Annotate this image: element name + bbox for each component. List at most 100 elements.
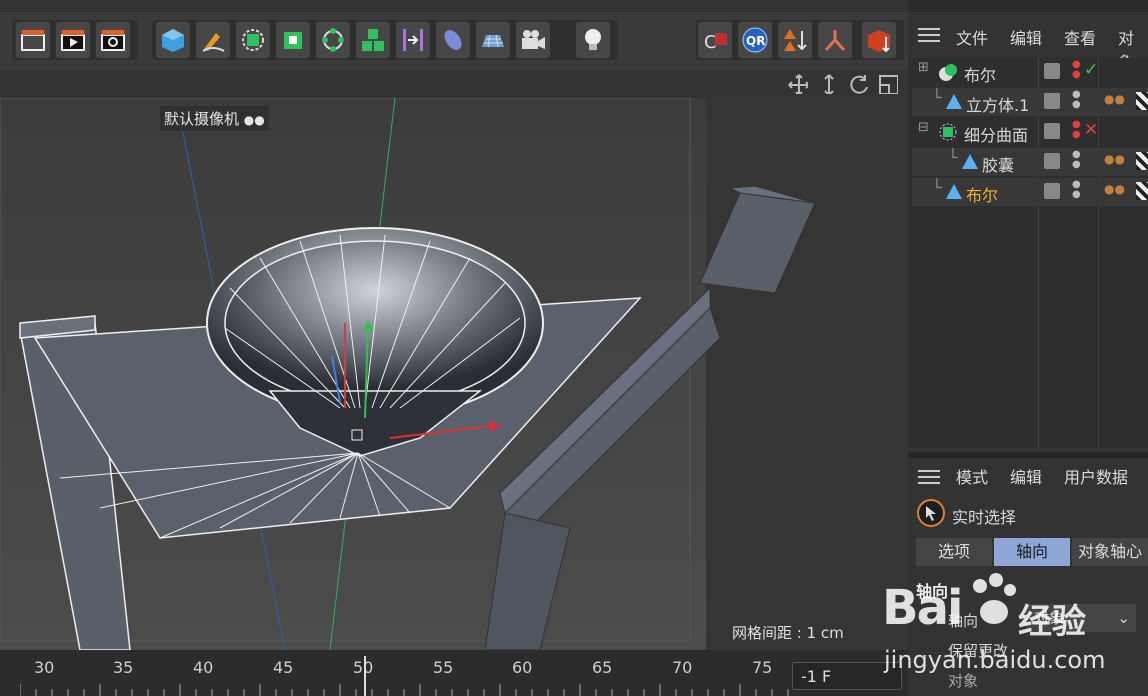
object-name: 胶囊 <box>982 156 1015 175</box>
qr-icon[interactable]: QR <box>738 22 772 58</box>
zoom-view-icon[interactable] <box>818 74 838 94</box>
triangle-arrows-icon[interactable] <box>778 22 812 58</box>
enabled-check-icon[interactable]: ✓ <box>1084 60 1098 80</box>
texture-tag-icon[interactable] <box>1136 152 1148 170</box>
scene-render <box>0 98 908 650</box>
disabled-cross-icon[interactable]: ✕ <box>1084 120 1098 140</box>
timeline-tick: 30 <box>34 658 55 677</box>
layer-icon[interactable] <box>1044 183 1060 199</box>
maximize-view-icon[interactable] <box>878 74 898 94</box>
menu-file[interactable]: 文件 <box>956 25 988 49</box>
move-view-icon[interactable] <box>788 74 808 94</box>
baidu-watermark: Bai 经验 jingyan.baidu.com <box>880 572 1148 696</box>
tree-line: └ <box>932 178 942 197</box>
expand-icon[interactable]: ⊞ <box>918 60 929 75</box>
camera-label[interactable]: 默认摄像机 ●● <box>160 106 269 131</box>
timeline-tick: 45 <box>273 658 294 677</box>
hamburger-icon[interactable] <box>918 28 940 42</box>
timeline-ticks <box>20 684 789 696</box>
render-settings-icon[interactable] <box>96 22 130 58</box>
timeline-tick: 65 <box>592 658 613 677</box>
watermark-url: jingyan.baidu.com <box>884 646 1106 674</box>
subdivide-icon[interactable] <box>236 22 270 58</box>
tools-group: C QR <box>696 20 904 60</box>
timeline-tick: 35 <box>113 658 134 677</box>
object-row-boolean[interactable]: ⊞ 布尔 ● ● ✓ <box>912 58 1148 86</box>
object-row-capsule[interactable]: └ 胶囊 ● ● ●● <box>912 148 1148 176</box>
cube-object-icon <box>946 94 962 109</box>
rotate-view-icon[interactable] <box>848 74 868 94</box>
camera-label-text: 默认摄像机 <box>164 110 240 128</box>
paw-logo-icon <box>973 573 1016 624</box>
panel-top-strip <box>908 0 1148 12</box>
menu-edit[interactable]: 编辑 <box>1010 25 1042 49</box>
viewport-header <box>0 70 908 98</box>
object-name: 布尔 <box>964 66 997 85</box>
material-tag-icon[interactable]: ●● <box>1104 152 1125 166</box>
camera-icon[interactable] <box>516 22 550 58</box>
object-name: 布尔 <box>966 186 999 205</box>
object-list <box>908 58 1148 448</box>
watermark-brand-cn: 经验 <box>1018 602 1086 642</box>
texture-tag-icon[interactable] <box>1136 182 1148 200</box>
layer-icon[interactable] <box>1044 123 1060 139</box>
timeline-tick: 40 <box>193 658 214 677</box>
menu-edit[interactable]: 编辑 <box>1010 464 1042 488</box>
object-name: 细分曲面 <box>964 126 1029 145</box>
film-clapper-icon[interactable] <box>16 22 50 58</box>
object-group <box>152 20 618 60</box>
array-cubes-icon[interactable] <box>356 22 390 58</box>
box-arrow-icon[interactable] <box>862 22 896 58</box>
material-tag-icon[interactable]: ●● <box>1104 182 1125 196</box>
layer-icon[interactable] <box>1044 63 1060 79</box>
watermark-brand: Bai <box>882 580 963 636</box>
object-row-boolean-selected[interactable]: └ 布尔 ● ● ●● <box>912 178 1148 206</box>
joint-icon[interactable] <box>818 22 852 58</box>
align-icon[interactable] <box>396 22 430 58</box>
object-name: 立方体.1 <box>966 96 1030 115</box>
cube-icon[interactable] <box>156 22 190 58</box>
playhead[interactable] <box>364 656 366 696</box>
grid-spacing-label: 网格间距 : 1 cm <box>732 624 844 642</box>
visibility-dots-icon[interactable]: ● ● <box>1072 90 1081 110</box>
object-row-cube[interactable]: └ 立方体.1 ● ● ●● <box>912 88 1148 116</box>
menu-view[interactable]: 查看 <box>1064 25 1096 49</box>
texture-tag-icon[interactable] <box>1136 92 1148 110</box>
tree-line: └ <box>948 148 958 167</box>
tab-object-axis[interactable]: 对象轴心 <box>1072 538 1148 566</box>
cloner-icon[interactable] <box>316 22 350 58</box>
tab-options[interactable]: 选项 <box>916 538 992 566</box>
render-play-icon[interactable] <box>56 22 90 58</box>
timeline-tick: 70 <box>672 658 693 677</box>
timeline-tick: 55 <box>433 658 454 677</box>
menu-user-data[interactable]: 用户数据 <box>1064 464 1128 488</box>
visibility-dots-icon[interactable]: ● ● <box>1072 180 1081 200</box>
layer-icon[interactable] <box>1044 153 1060 169</box>
object-row-subdivision[interactable]: ⊟ 细分曲面 ● ● ✕ <box>912 118 1148 146</box>
menu-mode[interactable]: 模式 <box>956 464 988 488</box>
timeline-tick: 75 <box>752 658 773 677</box>
deformer-icon[interactable] <box>436 22 470 58</box>
svg-text:QR: QR <box>746 34 765 48</box>
floor-grid-icon[interactable] <box>476 22 510 58</box>
boolean-object-icon <box>946 184 962 199</box>
light-bulb-icon[interactable] <box>576 22 610 58</box>
pen-icon[interactable] <box>196 22 230 58</box>
timeline-tick: 60 <box>512 658 533 677</box>
visibility-dots-icon[interactable]: ● ● <box>1072 60 1081 80</box>
hamburger-icon[interactable] <box>918 470 940 484</box>
object-manager: 文件 编辑 查看 对象 ⊞ 布尔 ●● ✓ └ 立方体.1 ●● ●● ⊟ 细分… <box>908 12 1148 452</box>
material-tag-icon[interactable]: ●● <box>1104 92 1125 106</box>
subdivision-icon <box>939 123 957 141</box>
timeline-ruler[interactable]: 30 35 40 45 50 55 60 65 70 75 -1 F <box>0 650 908 696</box>
expand-icon[interactable]: ⊟ <box>918 120 929 135</box>
visibility-dots-icon[interactable]: ● ● <box>1072 150 1081 170</box>
3d-viewport[interactable]: 默认摄像机 ●● 网格间距 : 1 cm <box>0 98 908 650</box>
boolean-icon <box>939 64 957 81</box>
box-icon[interactable] <box>276 22 310 58</box>
tab-axis[interactable]: 轴向 <box>994 538 1070 566</box>
visibility-dots-icon[interactable]: ● ● <box>1072 120 1081 140</box>
layer-icon[interactable] <box>1044 93 1060 109</box>
svg-text:C: C <box>704 32 717 53</box>
magnet-c-icon[interactable]: C <box>698 22 732 58</box>
